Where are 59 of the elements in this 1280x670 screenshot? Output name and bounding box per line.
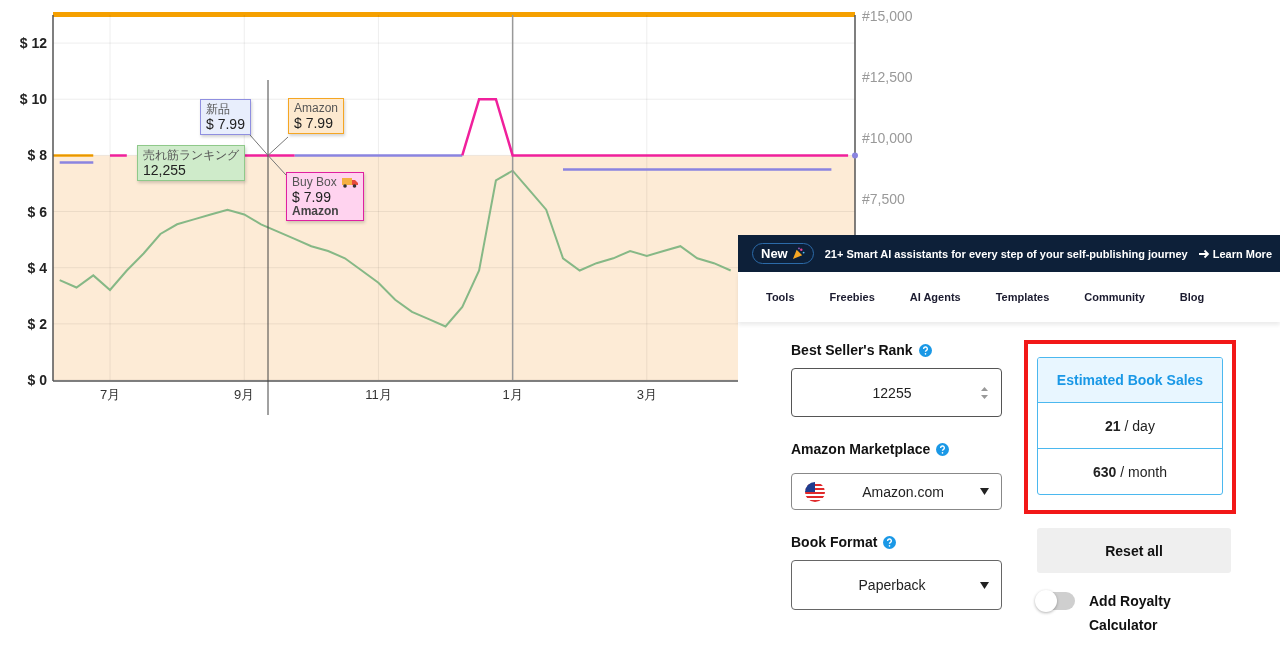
truck-icon	[341, 177, 358, 188]
tooltip-title: 売れ筋ランキング	[143, 148, 239, 163]
x-axis-label: 11月	[365, 387, 392, 402]
nav-link[interactable]: Community	[1084, 291, 1145, 303]
x-axis-label: 3月	[636, 387, 657, 402]
nav-link[interactable]: Freebies	[829, 291, 875, 303]
us-flag-icon	[804, 480, 826, 503]
reset-button[interactable]: Reset all	[1037, 528, 1231, 573]
royalty-toggle[interactable]	[1037, 592, 1075, 610]
tooltip-seller: Amazon	[292, 205, 340, 218]
spinner-icon[interactable]	[980, 384, 989, 401]
confetti-icon	[791, 247, 805, 260]
rank-axis-label: #12,500	[862, 68, 913, 85]
field-label: Book Format	[791, 534, 878, 550]
y-axis-label: $ 2	[27, 315, 47, 332]
leader-line	[249, 134, 269, 156]
nav-link[interactable]: Blog	[1179, 291, 1205, 303]
y-axis-label: $ 0	[27, 372, 47, 388]
learn-more-link[interactable]: Learn More	[1198, 247, 1272, 260]
y-axis-label: $ 8	[27, 147, 47, 164]
leader-line	[267, 136, 289, 156]
field-label: Amazon Marketplace	[791, 441, 931, 457]
x-axis-label: 9月	[234, 387, 255, 402]
rank-axis-label: #15,000	[862, 8, 913, 24]
format-select[interactable]: Paperback	[791, 560, 1002, 610]
sales-row: 21 / day	[1038, 403, 1222, 449]
help-icon[interactable]	[936, 442, 950, 456]
rank-input[interactable]: 12255	[791, 368, 1002, 417]
y-axis-label: $ 6	[27, 203, 47, 220]
tooltip-title: 新品	[206, 102, 230, 117]
help-icon[interactable]	[883, 535, 897, 549]
rank-axis-label: #10,000	[862, 129, 913, 146]
x-axis-label: 7月	[99, 387, 121, 402]
end-point-marker	[852, 152, 858, 159]
x-axis-label: 1月	[502, 387, 523, 402]
tooltip-title: Buy Box	[292, 175, 337, 190]
tooltip-value: $ 7.99	[292, 190, 332, 205]
tooltip-title: Amazon	[294, 101, 339, 116]
nav-link[interactable]: Tools	[766, 291, 795, 303]
leader-line	[267, 154, 287, 176]
dropdown-caret-icon	[980, 581, 989, 589]
arrow-right-icon	[1198, 248, 1210, 259]
toggle-label: Add Royalty Calculator	[1089, 592, 1172, 635]
marketplace-select[interactable]: Amazon.com	[791, 473, 1002, 510]
banner-text: 21+ Smart AI assistants for every step of your self-publishing journey	[824, 247, 1188, 260]
nav-link[interactable]: Templates	[995, 291, 1050, 303]
tooltip-value: 12,255	[143, 163, 187, 178]
rank-axis-label: #7,500	[862, 190, 905, 207]
nav-link[interactable]: AI Agents	[909, 291, 961, 303]
table-header: Estimated Book Sales	[1038, 358, 1222, 403]
field-label: Best Seller's Rank	[791, 342, 913, 358]
y-axis-label: $ 4	[27, 259, 47, 276]
y-axis-label: $ 12	[19, 35, 47, 52]
y-axis-label: $ 10	[19, 91, 47, 108]
help-icon[interactable]	[918, 343, 932, 357]
sales-row-text: 630 / month	[1092, 462, 1168, 482]
tooltip-value: $ 7.99	[294, 116, 334, 131]
tooltip-value: $ 7.99	[206, 117, 245, 132]
dropdown-caret-icon	[980, 488, 989, 495]
